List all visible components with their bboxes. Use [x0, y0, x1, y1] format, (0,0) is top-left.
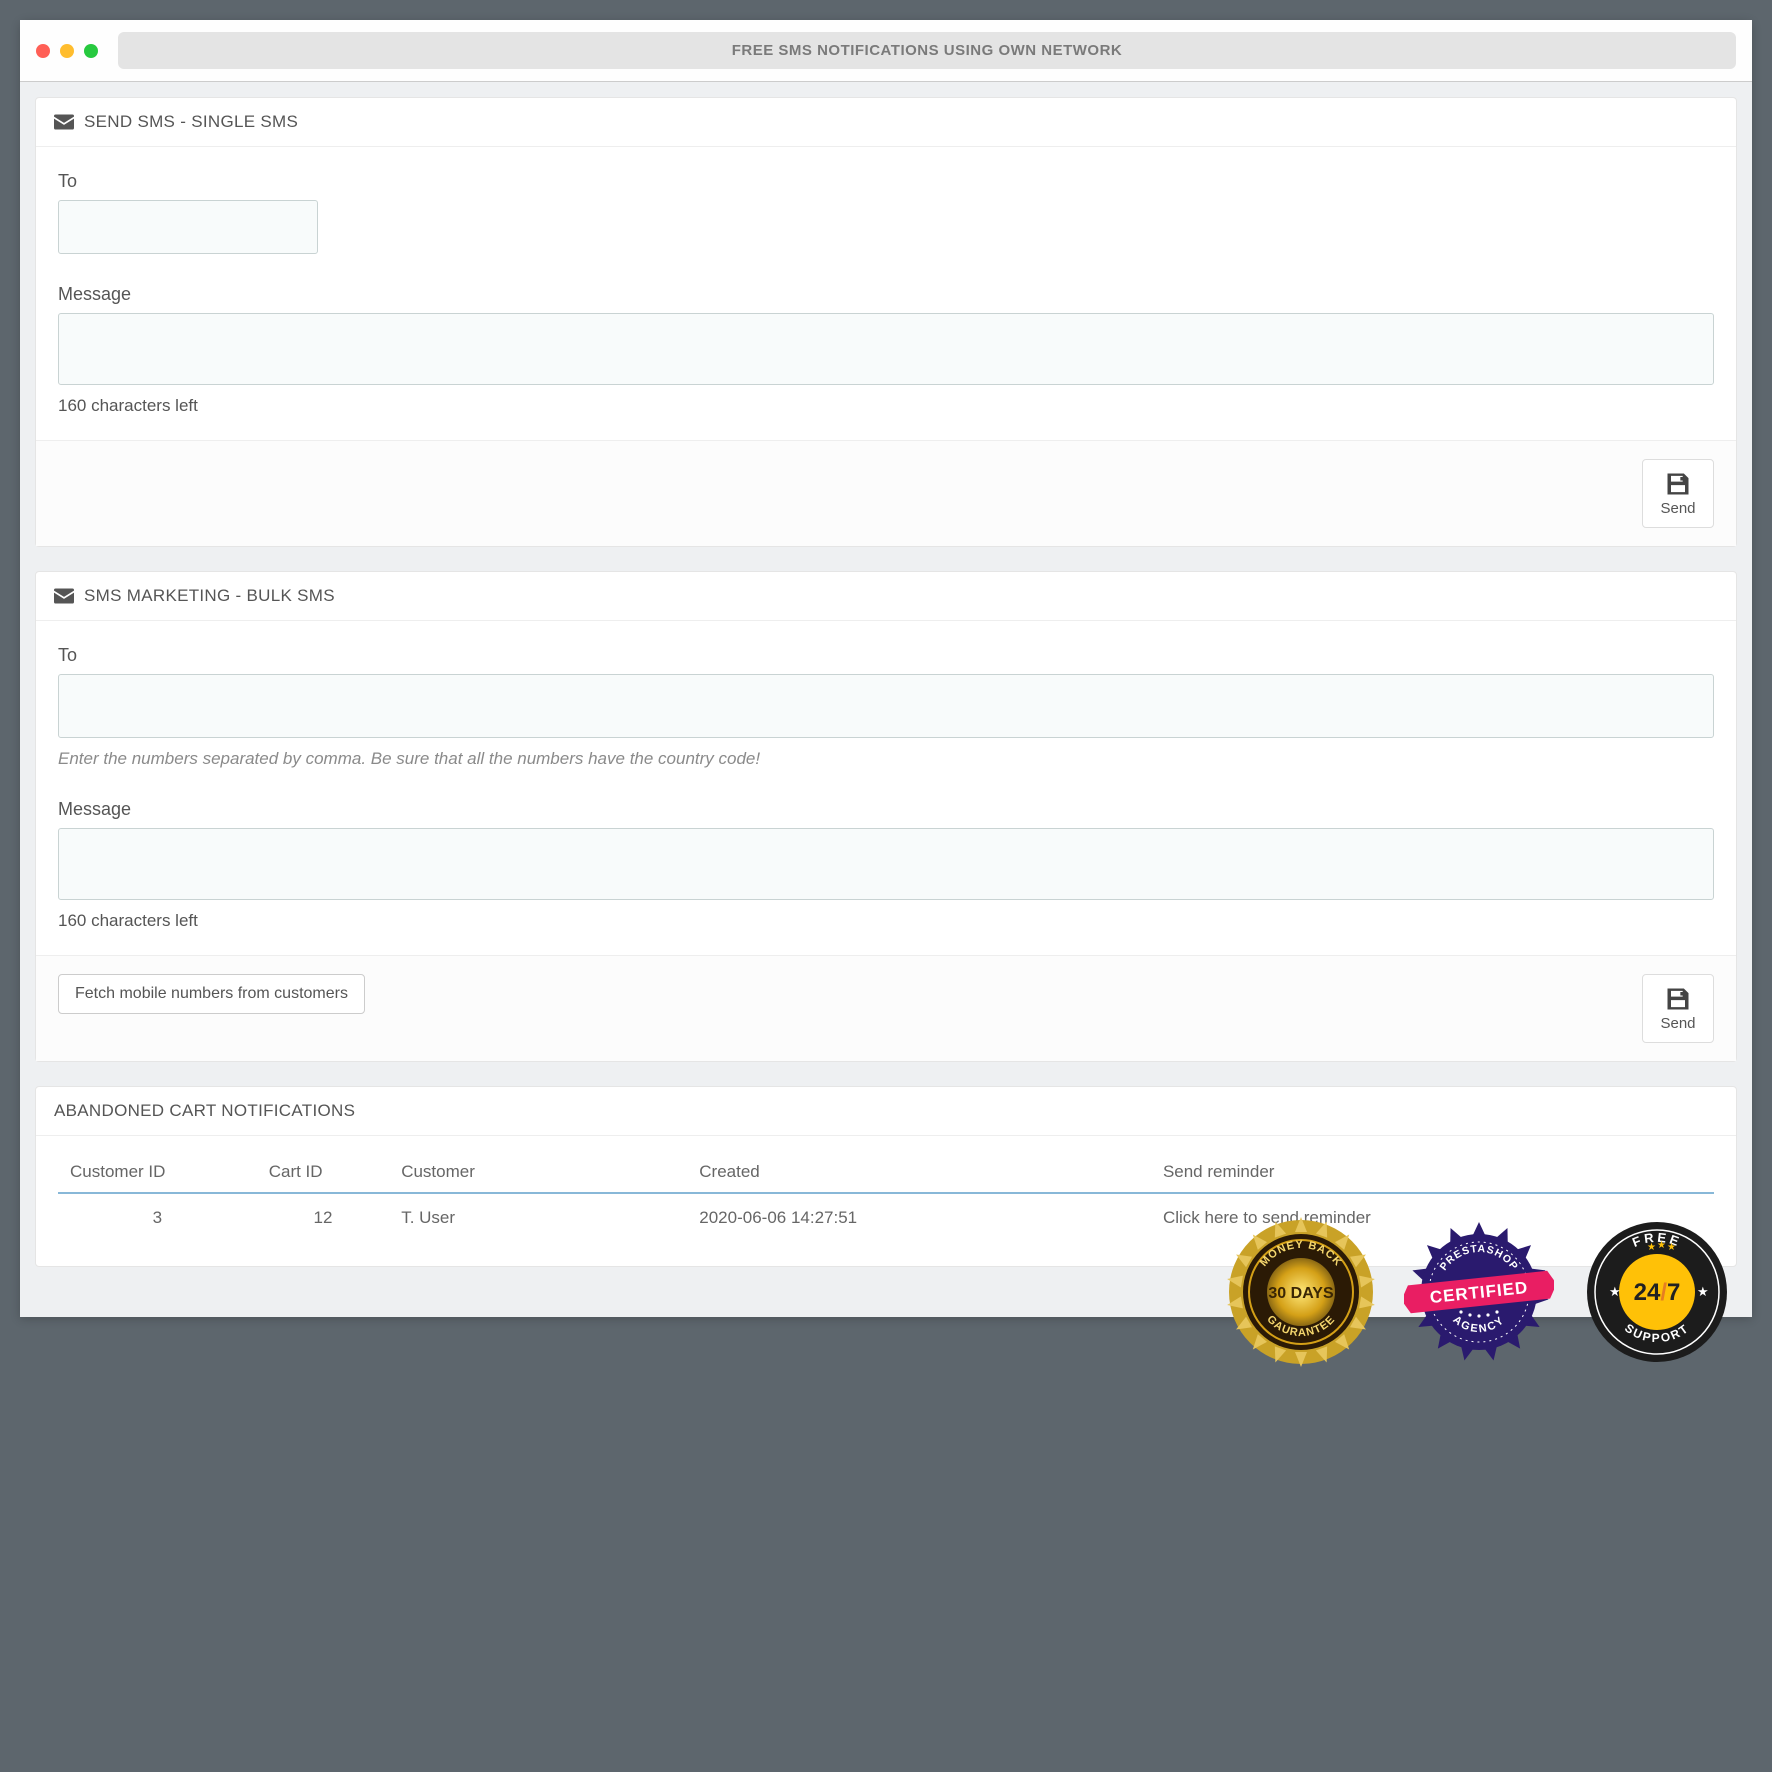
window-title: FREE SMS NOTIFICATIONS USING OWN NETWORK [118, 32, 1736, 69]
single-msg-textarea[interactable] [58, 313, 1714, 385]
single-send-label: Send [1660, 500, 1695, 517]
content-area: SEND SMS - SINGLE SMS To Message 160 cha… [20, 82, 1752, 1317]
bulk-to-input[interactable] [58, 674, 1714, 738]
svg-text:24/7: 24/7 [1634, 1279, 1681, 1306]
col-send-reminder: Send reminder [1151, 1152, 1714, 1193]
single-sms-title: SEND SMS - SINGLE SMS [84, 112, 298, 132]
bulk-msg-textarea[interactable] [58, 828, 1714, 900]
envelope-icon [54, 114, 74, 130]
bulk-to-label: To [58, 645, 1714, 666]
col-created: Created [687, 1152, 1151, 1193]
envelope-icon [54, 588, 74, 604]
single-to-label: To [58, 171, 1714, 192]
cell-cart-id: 12 [257, 1193, 389, 1242]
minimize-dot[interactable] [60, 44, 74, 58]
bulk-send-button[interactable]: Send [1642, 974, 1714, 1043]
bulk-sms-header: SMS MARKETING - BULK SMS [36, 572, 1736, 621]
svg-text:30 DAYS: 30 DAYS [1268, 1285, 1334, 1302]
bulk-to-help: Enter the numbers separated by comma. Be… [58, 749, 1714, 769]
single-sms-panel: SEND SMS - SINGLE SMS To Message 160 cha… [35, 97, 1737, 547]
save-icon [1664, 470, 1692, 498]
bulk-char-counter: 160 characters left [58, 911, 1714, 931]
cell-customer-id: 3 [58, 1193, 257, 1242]
bulk-msg-label: Message [58, 799, 1714, 820]
bulk-send-label: Send [1660, 1015, 1695, 1032]
certified-badge: PRESTASHOP AGENCY CERTIFIED [1404, 1217, 1554, 1367]
cell-customer: T. User [389, 1193, 687, 1242]
bulk-sms-title: SMS MARKETING - BULK SMS [84, 586, 335, 606]
trust-badges: MONEY BACK GAURANTEE 30 DAYS PRESTASHOP [1226, 1217, 1732, 1367]
col-cart-id: Cart ID [257, 1152, 389, 1193]
col-customer-id: Customer ID [58, 1152, 257, 1193]
single-char-counter: 160 characters left [58, 396, 1714, 416]
maximize-dot[interactable] [84, 44, 98, 58]
titlebar: FREE SMS NOTIFICATIONS USING OWN NETWORK [20, 20, 1752, 82]
bulk-sms-panel: SMS MARKETING - BULK SMS To Enter the nu… [35, 571, 1737, 1062]
single-msg-label: Message [58, 284, 1714, 305]
col-customer: Customer [389, 1152, 687, 1193]
app-window: FREE SMS NOTIFICATIONS USING OWN NETWORK… [20, 20, 1752, 1317]
window-controls [36, 44, 98, 58]
single-to-input[interactable] [58, 200, 318, 254]
money-back-badge: MONEY BACK GAURANTEE 30 DAYS [1226, 1217, 1376, 1367]
fetch-numbers-button[interactable]: Fetch mobile numbers from customers [58, 974, 365, 1014]
single-send-button[interactable]: Send [1642, 459, 1714, 528]
single-sms-header: SEND SMS - SINGLE SMS [36, 98, 1736, 147]
abandoned-cart-header: ABANDONED CART NOTIFICATIONS [36, 1087, 1736, 1136]
save-icon [1664, 985, 1692, 1013]
support-badge: FREE SUPPORT ★★ ★★★ 24/7 [1582, 1217, 1732, 1367]
close-dot[interactable] [36, 44, 50, 58]
abandoned-cart-title: ABANDONED CART NOTIFICATIONS [54, 1101, 355, 1121]
cell-created: 2020-06-06 14:27:51 [687, 1193, 1151, 1242]
